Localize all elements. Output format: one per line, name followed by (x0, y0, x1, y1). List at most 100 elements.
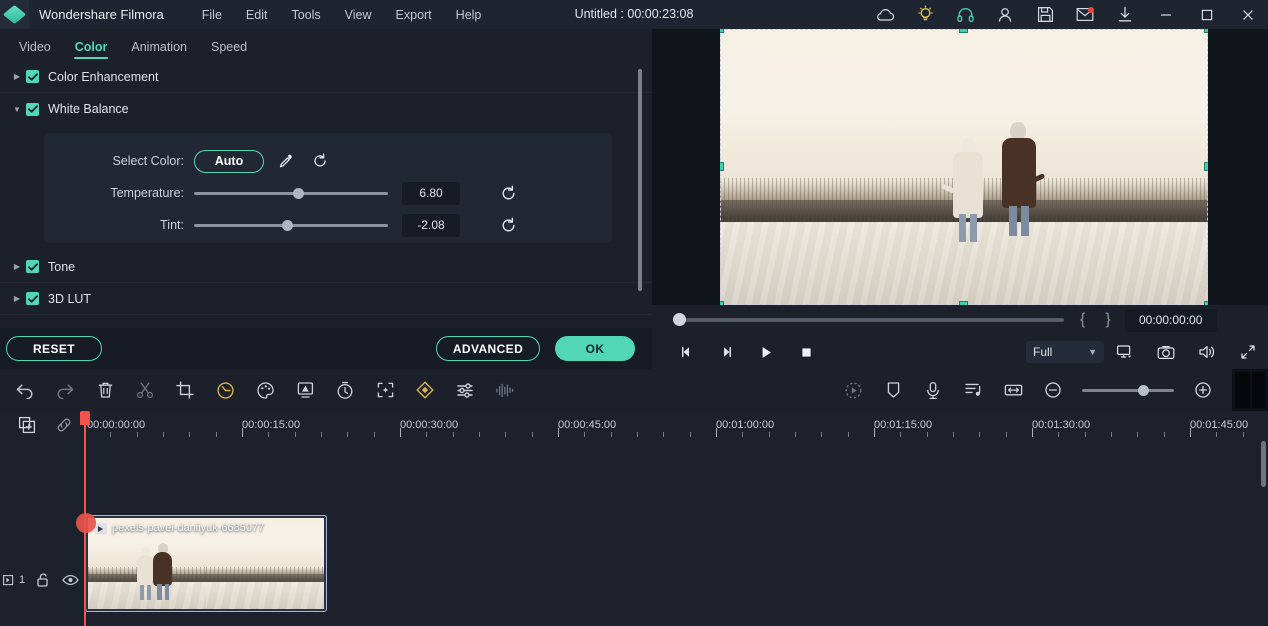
speed-icon[interactable] (205, 369, 245, 411)
tint-value[interactable]: -2.08 (402, 213, 460, 237)
timeline-zoom-knob[interactable] (1138, 384, 1149, 396)
menu-tools[interactable]: Tools (279, 4, 332, 26)
timeline-vertical-scrollbar[interactable] (1261, 441, 1266, 487)
properties-scrollbar[interactable] (638, 69, 642, 291)
render-preview-icon[interactable] (833, 369, 873, 411)
adjust-icon[interactable] (445, 369, 485, 411)
section-3d-lut[interactable]: ▶ 3D LUT (0, 283, 652, 315)
reset-select-color-icon[interactable] (306, 149, 334, 173)
crop-icon[interactable] (165, 369, 205, 411)
player-scrubber[interactable] (673, 313, 1064, 326)
download-icon[interactable] (1105, 0, 1145, 29)
tab-speed[interactable]: Speed (202, 37, 256, 61)
link-icon[interactable] (45, 411, 82, 439)
next-frame-button[interactable] (706, 336, 746, 368)
color-palette-icon[interactable] (245, 369, 285, 411)
checkbox-color-enhancement[interactable] (26, 70, 39, 83)
checkbox-tone[interactable] (26, 260, 39, 273)
resize-handle-top-center[interactable] (959, 29, 968, 33)
temperature-value[interactable]: 6.80 (402, 181, 460, 205)
section-tone[interactable]: ▶ Tone (0, 251, 652, 283)
zoom-out-icon[interactable] (1033, 369, 1073, 411)
timeline-ruler[interactable]: 00:00:00:00 00:00:15:00 00:00:30:00 00:0… (84, 411, 1268, 439)
auto-reframe-icon[interactable] (365, 369, 405, 411)
close-button[interactable] (1227, 0, 1268, 29)
tab-video[interactable]: Video (10, 37, 60, 61)
tab-animation[interactable]: Animation (122, 37, 196, 61)
marker-icon[interactable] (873, 369, 913, 411)
play-button[interactable] (746, 336, 786, 368)
chevron-right-icon[interactable]: ▶ (8, 72, 26, 81)
menu-view[interactable]: View (333, 4, 384, 26)
tint-slider[interactable] (194, 219, 388, 231)
temperature-slider-knob[interactable] (293, 187, 304, 199)
green-screen-icon[interactable] (285, 369, 325, 411)
chevron-right-icon[interactable]: ▶ (8, 294, 26, 303)
prev-frame-button[interactable] (666, 336, 706, 368)
voiceover-icon[interactable] (913, 369, 953, 411)
resize-handle-left-center[interactable] (720, 162, 724, 171)
section-color-enhancement[interactable]: ▶ Color Enhancement (0, 61, 652, 93)
menu-edit[interactable]: Edit (234, 4, 280, 26)
resize-handle-top-right[interactable] (1204, 29, 1208, 33)
fullscreen-icon[interactable] (1227, 336, 1268, 368)
cloud-icon[interactable] (865, 0, 905, 29)
resize-handle-right-center[interactable] (1204, 162, 1208, 171)
checkbox-white-balance[interactable] (26, 102, 39, 116)
section-white-balance[interactable]: ▼ White Balance (0, 93, 652, 125)
display-mode-icon[interactable] (1104, 336, 1145, 368)
zoom-in-icon[interactable] (1183, 369, 1223, 411)
advanced-button[interactable]: ADVANCED (436, 336, 540, 361)
ok-button[interactable]: OK (555, 336, 635, 361)
reset-tint-icon[interactable] (494, 213, 522, 237)
resize-handle-top-left[interactable] (720, 29, 724, 33)
reset-button[interactable]: RESET (6, 336, 102, 361)
timeline-clip[interactable]: pexels-pavel-daniiyuk-6685077 (85, 515, 327, 612)
undo-icon[interactable] (5, 369, 45, 411)
minimize-button[interactable] (1145, 0, 1186, 29)
menu-help[interactable]: Help (444, 4, 494, 26)
quality-dropdown[interactable]: Full ▼ (1026, 341, 1104, 363)
preview-person-left (940, 134, 987, 242)
import-media-icon[interactable] (8, 411, 45, 439)
keyframe-icon[interactable] (405, 369, 445, 411)
stop-button[interactable] (786, 336, 826, 368)
eyedropper-icon[interactable] (272, 149, 300, 173)
menu-file[interactable]: File (190, 4, 234, 26)
save-icon[interactable] (1025, 0, 1065, 29)
maximize-button[interactable] (1186, 0, 1227, 29)
mark-in-button[interactable]: { (1080, 311, 1085, 329)
player-timecode[interactable]: 00:00:00:00 (1124, 308, 1217, 332)
temperature-slider[interactable] (194, 187, 388, 199)
split-icon[interactable] (125, 369, 165, 411)
delete-icon[interactable] (85, 369, 125, 411)
snapshot-icon[interactable] (1145, 336, 1186, 368)
fit-timeline-icon[interactable] (993, 369, 1033, 411)
reset-temperature-icon[interactable] (494, 181, 522, 205)
tab-color[interactable]: Color (66, 37, 117, 61)
audio-detach-icon[interactable] (485, 369, 525, 411)
chevron-down-icon[interactable]: ▼ (8, 105, 26, 114)
eye-icon[interactable] (56, 565, 84, 595)
video-preview-frame[interactable] (720, 29, 1208, 305)
account-icon[interactable] (985, 0, 1025, 29)
mark-out-button[interactable]: } (1105, 311, 1110, 329)
auto-white-balance-button[interactable]: Auto (194, 149, 264, 173)
headphones-icon[interactable] (945, 0, 985, 29)
unlock-icon[interactable] (28, 565, 56, 595)
lightbulb-icon[interactable] (905, 0, 945, 29)
mail-icon[interactable] (1065, 0, 1105, 29)
tint-slider-knob[interactable] (282, 219, 293, 231)
volume-icon[interactable] (1186, 336, 1227, 368)
freeze-frame-icon[interactable] (325, 369, 365, 411)
playhead-marker-circle[interactable] (76, 513, 96, 533)
menu-export[interactable]: Export (384, 4, 444, 26)
audio-mixer-icon[interactable] (953, 369, 993, 411)
checkbox-3d-lut[interactable] (26, 292, 39, 305)
timeline-zoom-slider[interactable] (1082, 384, 1174, 396)
chevron-right-icon[interactable]: ▶ (8, 262, 26, 271)
playhead-handle[interactable] (80, 411, 90, 425)
redo-icon[interactable] (45, 369, 85, 411)
player-scrubber-knob[interactable] (673, 313, 686, 326)
chevron-down-icon: ▼ (1088, 347, 1097, 357)
